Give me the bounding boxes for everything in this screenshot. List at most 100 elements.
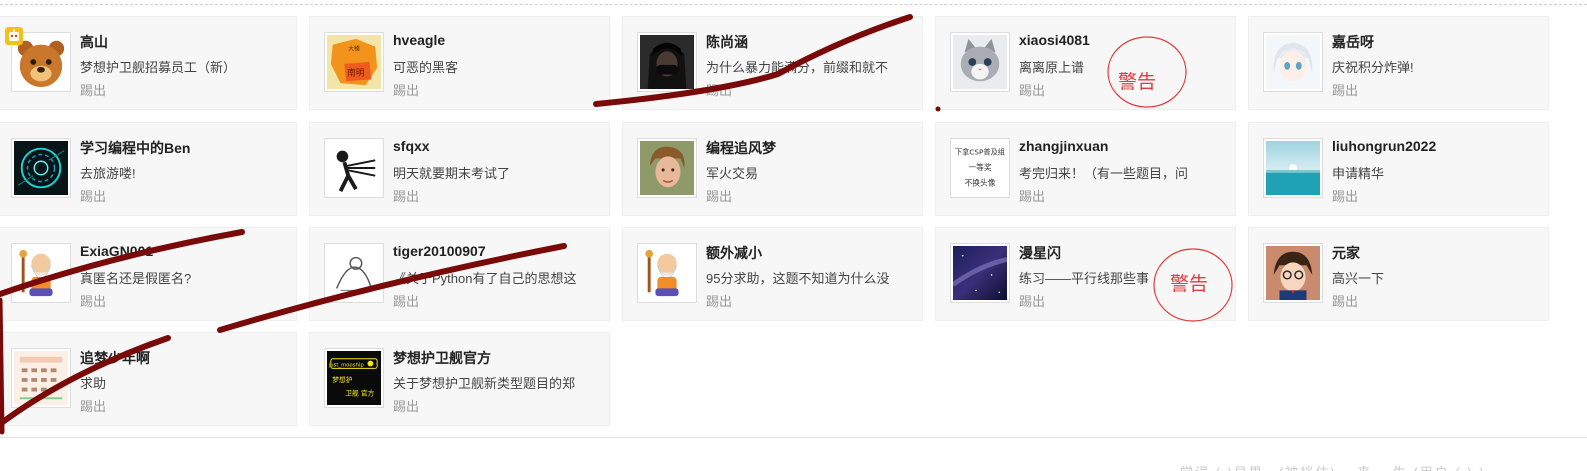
avatar[interactable] <box>1263 243 1323 303</box>
member-card: 嘉岳呀 庆祝积分炸弹! 踢出 <box>1248 16 1549 110</box>
kick-link[interactable]: 踢出 <box>1019 291 1045 310</box>
galaxy-icon <box>953 246 1007 300</box>
old-master-icon <box>640 246 694 300</box>
glowing-ring-icon <box>14 141 68 195</box>
calendar-icon <box>14 351 68 405</box>
kick-link[interactable]: 踢出 <box>393 291 419 310</box>
kick-link[interactable]: 踢出 <box>706 80 732 99</box>
member-signature: 为什么暴力能满分，前缀和就不 <box>706 60 889 75</box>
member-card: tiger20100907 《关于Python有了自己的思想这 踢出 <box>309 227 610 321</box>
avatar[interactable] <box>637 32 697 92</box>
member-name[interactable]: 嘉岳呀 <box>1332 32 1374 52</box>
logo-text-mid: 梦想护 <box>332 375 353 384</box>
avatar[interactable] <box>950 243 1010 303</box>
member-signature: 关于梦想护卫舰新类型题目的郑 <box>393 376 576 391</box>
kick-link[interactable]: 踢出 <box>80 186 106 205</box>
kick-link[interactable]: 踢出 <box>393 186 419 205</box>
avatar[interactable]: 下拿CSP普及组 一等奖 不换头像 <box>950 138 1010 198</box>
member-name[interactable]: ExiaGN001 <box>80 243 153 259</box>
member-name[interactable]: 追梦少年啊 <box>80 348 150 368</box>
member-name[interactable]: 陈尚涵 <box>706 32 748 52</box>
member-signature: 高兴一下 <box>1332 271 1385 286</box>
member-name[interactable]: 漫星闪 <box>1019 243 1061 263</box>
member-name[interactable]: 高山 <box>80 32 108 52</box>
kick-link[interactable]: 踢出 <box>393 80 419 99</box>
member-card: 元家 高兴一下 踢出 <box>1248 227 1549 321</box>
member-card: 高山 梦想护卫舰招募员工（新） 踢出 <box>0 16 297 110</box>
kick-link[interactable]: 踢出 <box>80 80 106 99</box>
member-name[interactable]: hveagle <box>393 32 445 48</box>
member-name[interactable]: xiaosi4081 <box>1019 32 1090 48</box>
kick-link[interactable]: 踢出 <box>706 291 732 310</box>
member-card: 额外减小 95分求助，这题不知道为什么没 踢出 <box>622 227 923 321</box>
avatar[interactable]: 大稽 南明 <box>324 32 384 92</box>
member-signature: 练习——平行线那些事 <box>1019 271 1150 286</box>
kick-link[interactable]: 踢出 <box>393 396 419 415</box>
kitten-icon <box>953 35 1007 89</box>
member-signature: 95分求助，这题不知道为什么没 <box>706 271 890 286</box>
kick-link[interactable]: 踢出 <box>1019 80 1045 99</box>
avatar[interactable] <box>324 243 384 303</box>
logo-text-top: just_mooship <box>328 362 365 368</box>
detective-icon <box>1266 246 1320 300</box>
avatar[interactable] <box>1263 138 1323 198</box>
avatar-text-line3: 不换头像 <box>965 177 996 187</box>
logo-icon: just_mooship 梦想护 卫舰 官方 <box>327 351 381 405</box>
member-name[interactable]: 学习编程中的Ben <box>80 138 190 158</box>
avatar[interactable] <box>11 348 71 408</box>
avatar[interactable] <box>637 138 697 198</box>
member-name[interactable]: tiger20100907 <box>393 243 486 259</box>
member-name[interactable]: 编程追风梦 <box>706 138 776 158</box>
robot-badge-icon <box>5 27 23 45</box>
seascape-icon <box>1266 141 1320 195</box>
member-card: xiaosi4081 离离原上谱 踢出 <box>935 16 1236 110</box>
old-master-icon <box>14 246 68 300</box>
kick-link[interactable]: 踢出 <box>706 186 732 205</box>
avatar[interactable] <box>1263 32 1323 92</box>
avatar-text-line1: 下拿CSP普及组 <box>955 148 1005 157</box>
avatar[interactable] <box>950 32 1010 92</box>
avatar[interactable]: just_mooship 梦想护 卫舰 官方 <box>324 348 384 408</box>
member-card: 学习编程中的Ben 去旅游喽! 踢出 <box>0 122 297 216</box>
member-card: 漫星闪 练习——平行线那些事 踢出 <box>935 227 1236 321</box>
member-card: 陈尚涵 为什么暴力能满分，前缀和就不 踢出 <box>622 16 923 110</box>
text-avatar-icon: 下拿CSP普及组 一等奖 不换头像 <box>953 141 1007 195</box>
member-card: liuhongrun2022 申请精华 踢出 <box>1248 122 1549 216</box>
kick-link[interactable]: 踢出 <box>1019 186 1045 205</box>
kick-link[interactable]: 踢出 <box>80 396 106 415</box>
member-signature: 庆祝积分炸弹! <box>1332 60 1414 75</box>
avatar[interactable] <box>637 243 697 303</box>
kick-link[interactable]: 踢出 <box>1332 186 1358 205</box>
footer-text: 学误 ( )显男…(被挡住)… 来… 生 (用户 ( ) ) <box>1180 462 1486 471</box>
kick-link[interactable]: 踢出 <box>1332 291 1358 310</box>
member-card: ExiaGN001 真匿名还是假匿名? 踢出 <box>0 227 297 321</box>
member-name[interactable]: sfqxx <box>393 138 430 154</box>
sketch-icon <box>327 246 381 300</box>
member-card: 追梦少年啊 求助 踢出 <box>0 332 297 426</box>
member-name[interactable]: 元家 <box>1332 243 1360 263</box>
top-divider <box>0 4 1587 5</box>
member-signature: 考完归来！（有一些题目，问 <box>1019 166 1189 181</box>
avatar[interactable] <box>11 243 71 303</box>
member-name[interactable]: 额外减小 <box>706 243 762 263</box>
avatar[interactable] <box>324 138 384 198</box>
member-name[interactable]: zhangjinxuan <box>1019 138 1108 154</box>
member-signature: 申请精华 <box>1332 166 1385 181</box>
map-icon: 大稽 南明 <box>327 35 381 89</box>
map-label-top: 大稽 <box>348 44 360 52</box>
member-signature: 梦想护卫舰招募员工（新） <box>80 60 237 75</box>
member-signature: 离离原上谱 <box>1019 60 1085 75</box>
member-signature: 去旅游喽! <box>80 166 136 181</box>
map-label-bottom: 南明 <box>347 67 365 79</box>
member-name[interactable]: liuhongrun2022 <box>1332 138 1436 154</box>
anime-character-icon <box>1266 35 1320 89</box>
member-signature: 军火交易 <box>706 166 759 181</box>
member-signature: 求助 <box>80 376 107 391</box>
avatar[interactable] <box>11 138 71 198</box>
member-card: 大稽 南明 hveagle 可恶的黑客 踢出 <box>309 16 610 110</box>
member-signature: 明天就要期末考试了 <box>393 166 511 181</box>
member-name[interactable]: 梦想护卫舰官方 <box>393 348 491 368</box>
member-signature: 真匿名还是假匿名? <box>80 271 192 286</box>
kick-link[interactable]: 踢出 <box>1332 80 1358 99</box>
kick-link[interactable]: 踢出 <box>80 291 106 310</box>
